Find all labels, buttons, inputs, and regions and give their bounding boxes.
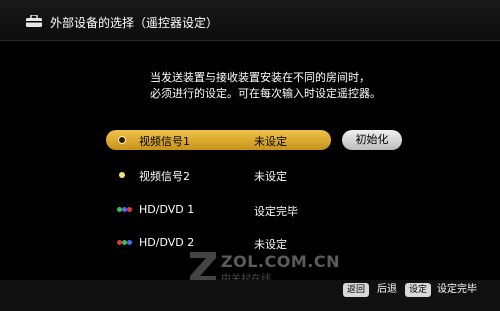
page-title: 外部设备的选择（遥控器设定）	[50, 16, 219, 30]
initialize-button[interactable]: 初始化	[342, 130, 402, 150]
rgb-dots-icon	[117, 207, 133, 213]
device-row-video2[interactable]: 视频信号2 未设定	[106, 165, 331, 185]
toolbox-icon	[26, 15, 42, 27]
header-bar: 外部设备的选择（遥控器设定）	[0, 0, 500, 40]
description-line-2: 必须进行的设定。可在每次输入时设定遥控器。	[150, 87, 381, 100]
description-line-1: 当发送装置与接收装置安装在不同的房间时，	[150, 71, 370, 84]
back-key-button[interactable]: 返回	[343, 283, 370, 297]
yellow-dot-icon	[119, 172, 125, 178]
settings-screen: 外部设备的选择（遥控器设定） 当发送装置与接收装置安装在不同的房间时， 必须进行…	[0, 0, 500, 311]
header-divider	[0, 40, 500, 41]
set-key-button[interactable]: 设定	[405, 283, 432, 297]
device-name: 视频信号1	[139, 135, 190, 148]
device-row-hddvd1[interactable]: HD/DVD 1 设定完毕	[106, 200, 331, 220]
rgb-dots-icon	[117, 240, 133, 246]
back-label: 后退	[377, 284, 397, 295]
device-status: 设定完毕	[254, 205, 298, 218]
set-label: 设定完毕	[437, 284, 477, 295]
footer-bar: 返回 后退 设定 设定完毕	[0, 280, 500, 311]
device-name: HD/DVD 1	[139, 203, 195, 216]
device-name: HD/DVD 2	[139, 236, 195, 249]
watermark-domain: ZOL.COM.CN	[221, 252, 340, 271]
description: 当发送装置与接收装置安装在不同的房间时， 必须进行的设定。可在每次输入时设定遥控…	[150, 70, 430, 102]
zol-logo-icon	[190, 252, 216, 282]
yellow-dot-icon	[118, 136, 126, 144]
device-row-video1[interactable]: 视频信号1 未设定	[106, 130, 331, 150]
device-status: 未设定	[254, 170, 287, 183]
device-name: 视频信号2	[139, 170, 190, 183]
device-status: 未设定	[254, 135, 287, 148]
